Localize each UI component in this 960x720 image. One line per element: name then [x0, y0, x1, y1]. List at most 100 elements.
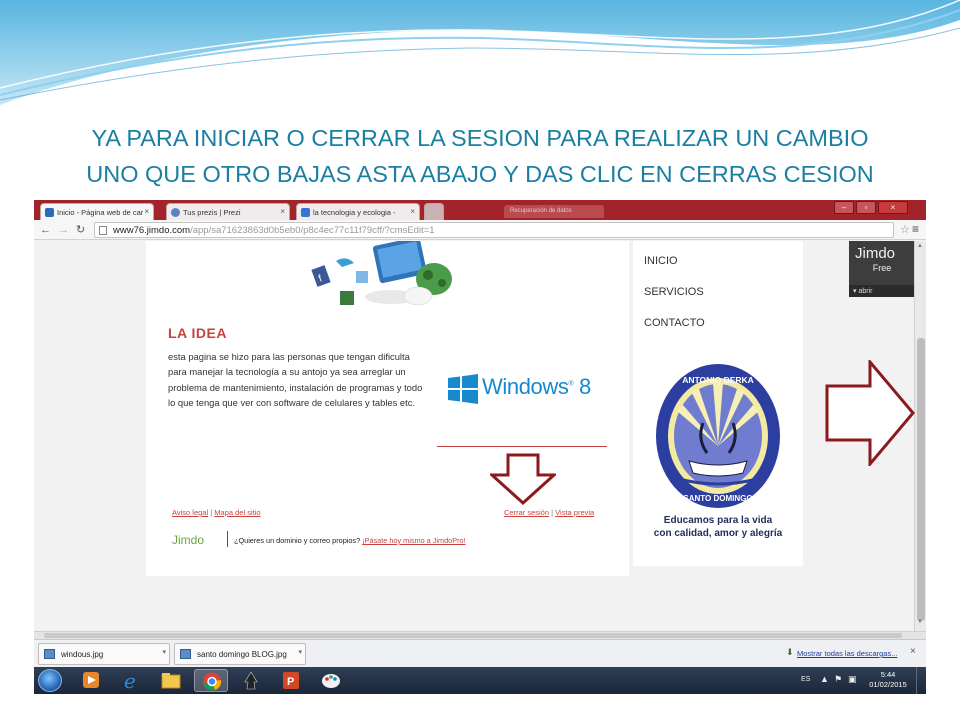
chrome-icon[interactable]: [194, 669, 228, 692]
maximize-button[interactable]: ▫: [856, 201, 876, 214]
horizontal-scrollbar[interactable]: [34, 631, 926, 639]
footer-separator: |: [551, 508, 554, 517]
badge-plan: Free: [872, 263, 892, 273]
close-tab-icon[interactable]: ×: [280, 207, 285, 216]
school-crest-icon: ANTONIO DERKA SANTO DOMINGO: [656, 364, 780, 508]
tab-label: Inicio - Página web de car: [57, 208, 144, 217]
download-filename: windous.jpg: [61, 650, 104, 659]
address-bar[interactable]: www76.jimdo.com/app/sa71623863d0b5eb0/p8…: [94, 222, 894, 238]
media-player-icon[interactable]: [74, 669, 108, 692]
chevron-down-icon[interactable]: ▾: [298, 648, 302, 656]
tab-tecnologia[interactable]: la tecnologia y ecologia - ×: [296, 203, 420, 220]
badge-open-button[interactable]: ▾ abrir: [849, 285, 915, 297]
start-orb-icon[interactable]: [38, 669, 62, 692]
badge-open-label: abrir: [858, 288, 873, 295]
logo-ring-bottom-text: SANTO DOMINGO: [683, 494, 752, 503]
tab-inicio[interactable]: Inicio - Página web de car ×: [40, 203, 154, 220]
preview-link[interactable]: Vista previa: [555, 508, 594, 517]
logout-link[interactable]: Cerrar sesión: [504, 508, 549, 517]
system-clock[interactable]: 5:44 01/02/2015: [866, 670, 910, 690]
paint-icon[interactable]: [314, 669, 348, 692]
download-bar: windous.jpg ▾ santo domingo BLOG.jpg ▾ ⬇…: [34, 639, 926, 667]
windows-logo-version: 8: [578, 374, 591, 399]
slide-title: YA PARA INICIAR O CERRAR LA SESION PARA …: [30, 120, 930, 192]
language-indicator[interactable]: ES: [801, 676, 810, 683]
horizontal-scroll-thumb[interactable]: [44, 633, 902, 638]
school-caption: Educamos para la vida con calidad, amor …: [633, 514, 803, 540]
school-caption-line-2: con calidad, amor y alegría: [653, 528, 783, 539]
network-icon[interactable]: ▣: [848, 674, 857, 685]
close-download-bar-icon[interactable]: ×: [910, 646, 916, 657]
internet-explorer-icon[interactable]: e: [114, 669, 148, 693]
prezi-favicon-icon: [171, 208, 180, 217]
footer-left-links: Aviso legal | Mapa del sitio: [172, 508, 261, 517]
show-hidden-icons-icon[interactable]: ▲: [820, 674, 829, 684]
promo-text: ¿Quieres un dominio y correo propios?: [234, 536, 361, 545]
school-caption-line-1: Educamos para la vida: [663, 515, 773, 526]
section-paragraph: esta pagina se hizo para las personas qu…: [168, 351, 423, 408]
jimdo-favicon-icon: [45, 208, 54, 217]
clock-date: 01/02/2015: [869, 680, 907, 689]
tab-prezi[interactable]: Tus prezis | Prezi ×: [166, 203, 290, 220]
reload-icon[interactable]: ↻: [76, 223, 85, 237]
jimdo-free-badge[interactable]: Jimdo Free ▾ abrir: [849, 241, 915, 297]
page-icon: [99, 226, 107, 235]
background-window-tab: Recuperación de datos: [504, 205, 604, 218]
windows-logo-text: Windows: [482, 374, 569, 399]
legal-link[interactable]: Aviso legal: [172, 508, 208, 517]
nav-item-inicio[interactable]: INICIO: [644, 255, 678, 267]
clock-time: 5:44: [880, 670, 896, 679]
scroll-up-icon[interactable]: ▲: [917, 243, 923, 249]
powerpoint-icon[interactable]: P: [274, 669, 308, 692]
browser-screenshot: Inicio - Página web de car × Tus prezis …: [34, 200, 926, 694]
webpage-viewport: f LA IDEA esta pagina se hizo para las p…: [34, 241, 915, 631]
main-content: f LA IDEA esta pagina se hizo para las p…: [146, 241, 629, 576]
minimize-button[interactable]: –: [834, 201, 854, 214]
tab-label: la tecnologia y ecologia -: [313, 208, 396, 217]
jimdopro-link[interactable]: ¡Pásate hoy mismo a JimdoPro!: [362, 536, 465, 545]
right-arrow-annotation-icon: [825, 360, 915, 466]
nav-item-servicios[interactable]: SERVICIOS: [644, 286, 704, 298]
show-desktop-button[interactable]: [916, 667, 926, 694]
google-favicon-icon: [301, 208, 310, 217]
sidebar: INICIO SERVICIOS CONTACTO ANTONIO DERKA …: [633, 241, 803, 566]
chevron-down-icon[interactable]: ▾: [162, 648, 166, 656]
nav-item-contacto[interactable]: CONTACTO: [644, 317, 705, 329]
divider: [437, 446, 607, 447]
jimdo-logo[interactable]: Jimdo: [172, 533, 204, 547]
new-tab-button[interactable]: [424, 203, 444, 220]
section-title: LA IDEA: [168, 325, 227, 341]
url-host: www76.jimdo.com: [113, 225, 191, 236]
tab-label: Tus prezis | Prezi: [183, 208, 241, 217]
download-item[interactable]: windous.jpg ▾: [38, 643, 170, 665]
inkscape-icon[interactable]: [234, 669, 268, 692]
svg-text:e: e: [124, 669, 136, 692]
file-explorer-icon[interactable]: [154, 669, 188, 692]
promo-banner: ¿Quieres un dominio y correo propios? ¡P…: [234, 536, 466, 545]
wave-decoration: [0, 0, 960, 105]
taskbar: e P ES ▲ ⚑ ▣ 5:44 01/02/2015: [34, 667, 926, 694]
url-path: /app/sa71623863d0b5eb0/p8c4ec77c11f79cff…: [190, 225, 435, 236]
image-file-icon: [44, 649, 55, 659]
svg-text:P: P: [287, 676, 294, 688]
close-window-button[interactable]: ×: [878, 201, 908, 214]
bookmark-star-icon[interactable]: ☆: [900, 223, 910, 236]
down-arrow-annotation-icon: [490, 453, 556, 505]
forward-arrow-icon[interactable]: →: [58, 223, 69, 237]
footer-separator: |: [210, 508, 213, 517]
scroll-down-icon[interactable]: ▼: [917, 619, 923, 625]
hero-illustration: f: [306, 241, 468, 311]
scroll-thumb[interactable]: [917, 338, 925, 621]
sitemap-link[interactable]: Mapa del sitio: [214, 508, 260, 517]
download-item[interactable]: santo domingo BLOG.jpg ▾: [174, 643, 306, 665]
logo-ring-top-text: ANTONIO DERKA: [682, 375, 754, 385]
windows-flag-icon: [448, 374, 478, 404]
close-tab-icon[interactable]: ×: [144, 207, 149, 216]
show-all-downloads-link[interactable]: Mostrar todas las descargas...: [797, 649, 897, 658]
slide-title-line-2: UNO QUE OTRO BAJAS ASTA ABAJO Y DAS CLIC…: [86, 161, 874, 187]
logo-separator: [227, 531, 228, 547]
back-arrow-icon[interactable]: ←: [40, 223, 51, 237]
action-center-flag-icon[interactable]: ⚑: [834, 674, 842, 685]
menu-icon[interactable]: ≡: [912, 222, 919, 236]
close-tab-icon[interactable]: ×: [410, 207, 415, 216]
